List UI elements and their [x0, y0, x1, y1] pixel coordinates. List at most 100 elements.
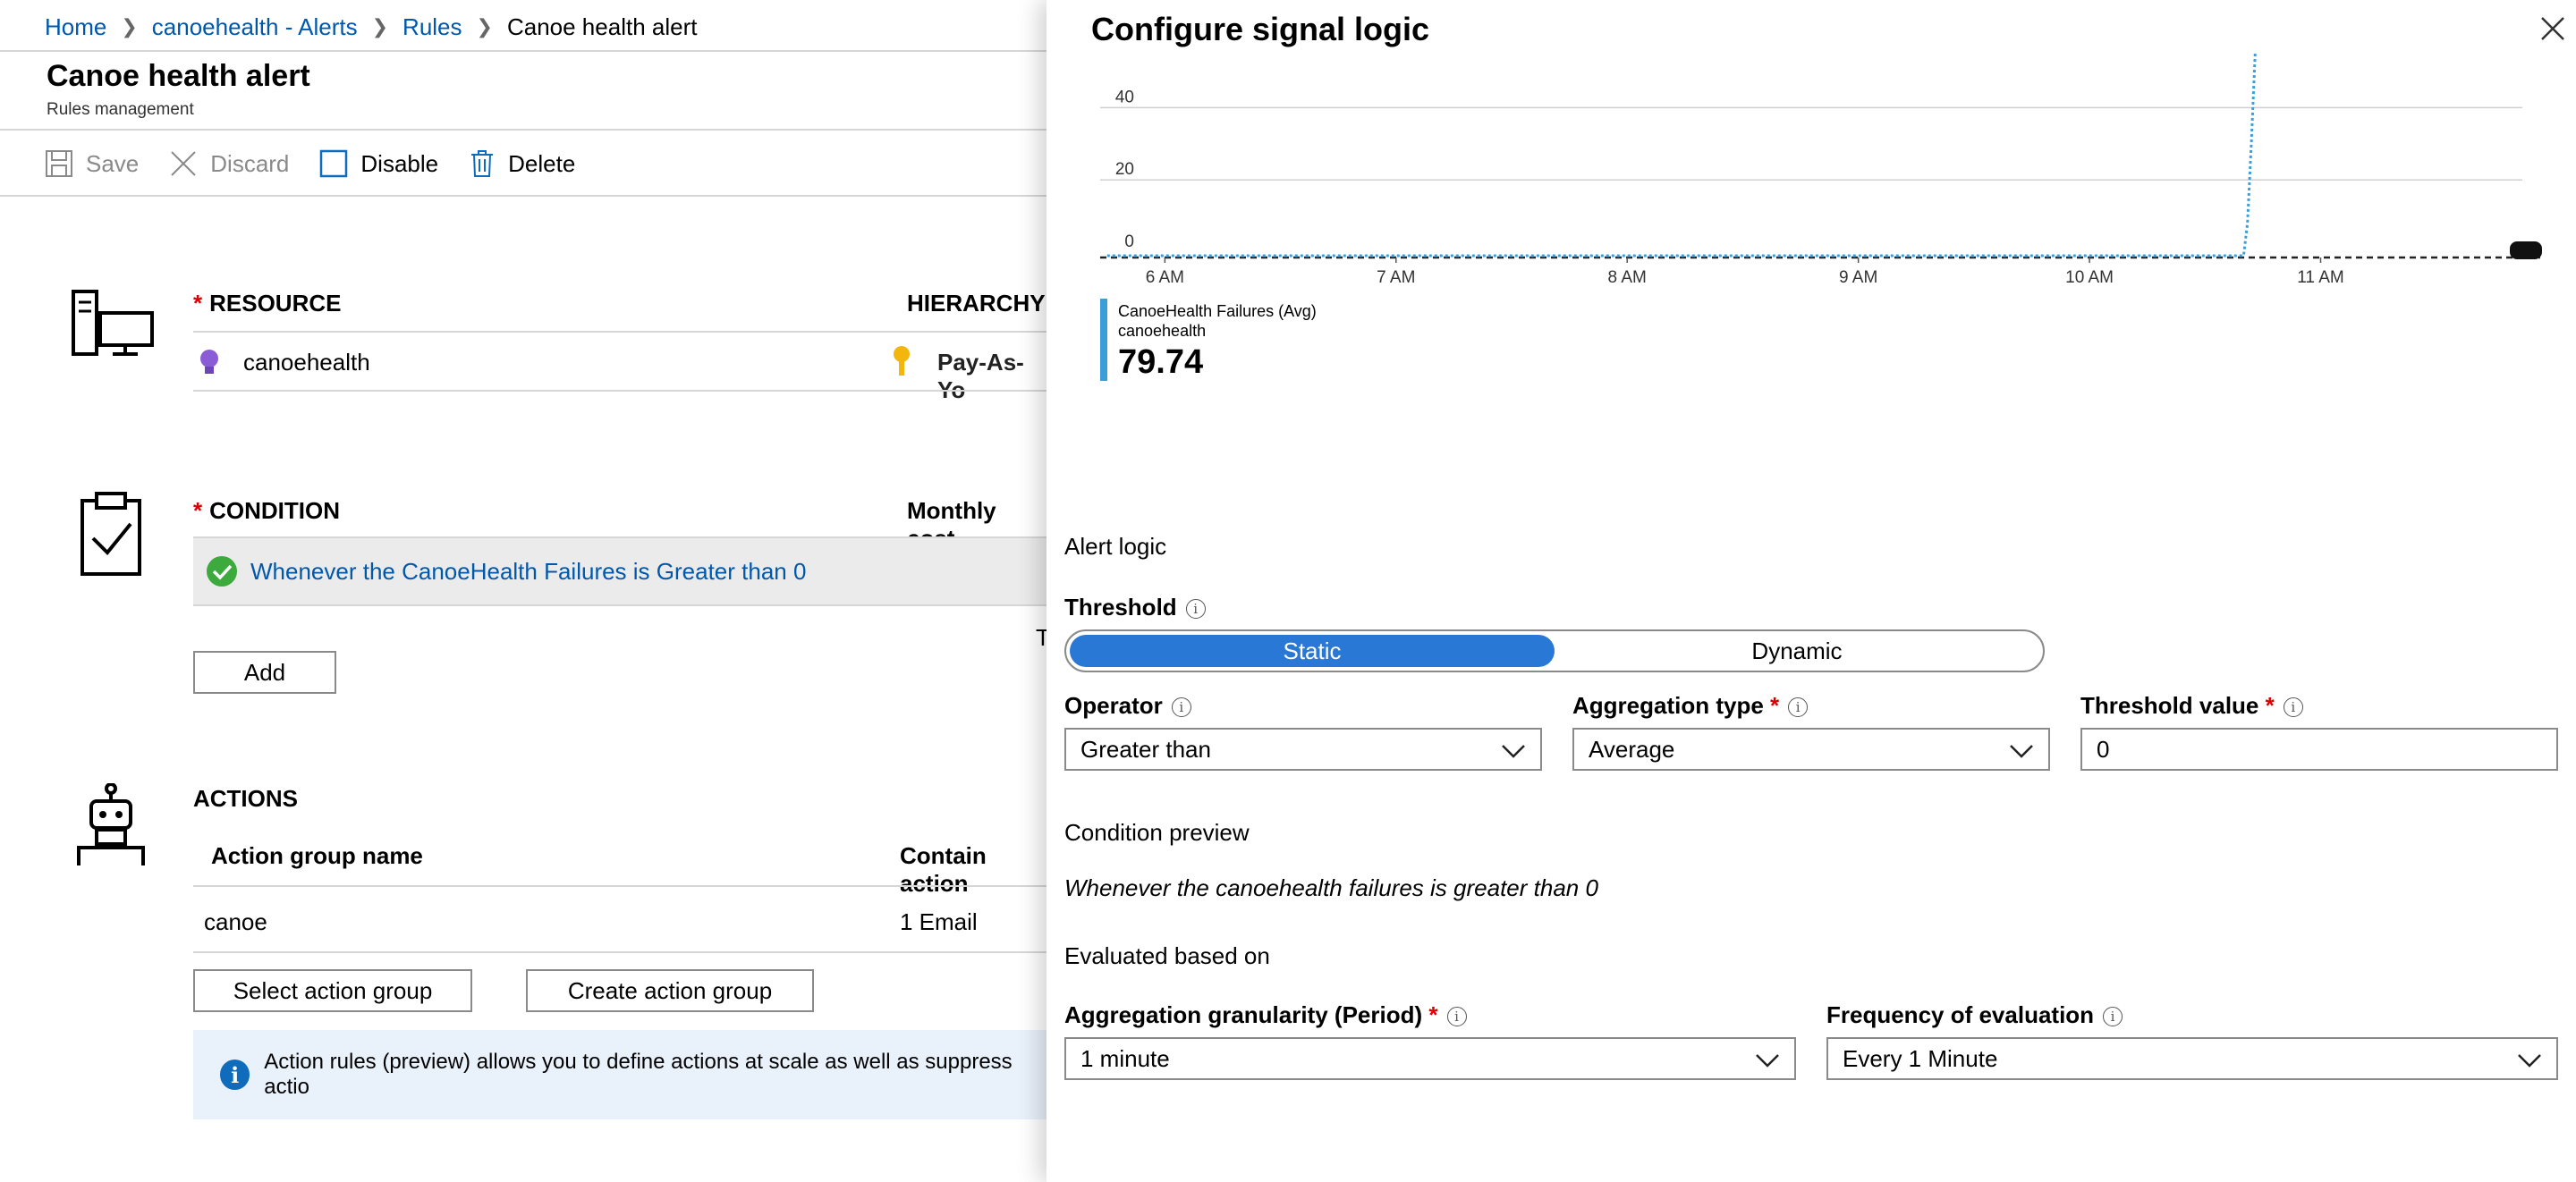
threshold-value-input[interactable]: 0 — [2080, 728, 2558, 771]
chevron-down-icon — [1502, 745, 1525, 758]
threshold-value: 0 — [2097, 735, 2110, 763]
disable-label: Disable — [360, 149, 439, 177]
divider — [0, 195, 1046, 197]
operator-select[interactable]: Greater than — [1064, 728, 1542, 771]
series-line — [1106, 54, 2257, 258]
info-icon[interactable]: i — [1788, 697, 1809, 718]
condition-row[interactable]: Whenever the CanoeHealth Failures is Gre… — [193, 538, 1046, 606]
info-icon[interactable]: i — [1185, 599, 1206, 620]
x-tick-label: 8 AM — [1608, 268, 1647, 286]
chevron-right-icon: ❯ — [371, 15, 389, 38]
hierarchy-value: Pay-As-Yo — [937, 349, 1024, 403]
divider — [0, 50, 1046, 52]
trash-icon — [471, 150, 494, 177]
clipboard-check-icon — [80, 492, 141, 576]
delete-button[interactable]: Delete — [469, 149, 575, 178]
discard-label: Discard — [210, 149, 290, 177]
signal-chart: 0 20 40 6 AM 7 AM 8 AM 9 AM 10 AM 11 AM — [1100, 54, 2542, 286]
time-marker — [2510, 241, 2542, 259]
action-group-contain: 1 Email — [900, 908, 978, 935]
discard-button[interactable]: Discard — [169, 149, 289, 178]
info-icon[interactable]: i — [1446, 1007, 1467, 1027]
action-group-name[interactable]: canoe — [204, 908, 267, 936]
granularity-select[interactable]: 1 minute — [1064, 1037, 1796, 1080]
breadcrumb-alerts[interactable]: canoehealth - Alerts — [152, 13, 358, 41]
breadcrumb-home[interactable]: Home — [45, 13, 106, 41]
condition-preview-heading: Condition preview — [1064, 819, 1250, 846]
x-tick-label: 7 AM — [1377, 268, 1415, 286]
legend-resource: canoehealth — [1118, 322, 1207, 340]
aggregation-type-label: Aggregation type * i — [1572, 692, 1809, 720]
condition-link[interactable]: Whenever the CanoeHealth Failures is Gre… — [250, 558, 806, 586]
breadcrumb-rules[interactable]: Rules — [402, 13, 462, 41]
configure-signal-logic-panel: Configure signal logic 0 20 40 6 AM 7 AM 8 AM… — [1046, 0, 2576, 1182]
frequency-label: Frequency of evaluation i — [1826, 1001, 2123, 1029]
disable-button[interactable]: Disable — [319, 149, 438, 178]
info-icon[interactable]: i — [1171, 697, 1191, 718]
command-bar: Save Discard Disable Delete — [45, 143, 606, 184]
aggregation-type-select[interactable]: Average — [1572, 728, 2050, 771]
breadcrumb: Home ❯ canoehealth - Alerts ❯ Rules ❯ Ca… — [45, 11, 697, 43]
root: Home ❯ canoehealth - Alerts ❯ Rules ❯ Ca… — [0, 0, 2576, 1182]
checkbox-icon — [320, 149, 348, 178]
y-tick-label: 20 — [1115, 160, 1134, 179]
frequency-value: Every 1 Minute — [1843, 1044, 1998, 1072]
operator-label: Operator i — [1064, 692, 1191, 720]
divider — [0, 129, 1046, 131]
chevron-down-icon — [2010, 745, 2033, 758]
resource-heading: * RESOURCE — [193, 290, 342, 317]
divider — [193, 951, 1046, 953]
column-header-contain-action: Contain action — [900, 842, 987, 897]
x-tick-label: 10 AM — [2065, 268, 2114, 286]
x-tick-label: 9 AM — [1839, 268, 1877, 286]
granularity-label: Aggregation granularity (Period) * i — [1064, 1001, 1467, 1029]
x-tick-label: 6 AM — [1146, 268, 1184, 286]
legend-value: 79.74 — [1118, 343, 1204, 381]
save-button[interactable]: Save — [45, 149, 139, 178]
threshold-static-option[interactable]: Static — [1070, 635, 1555, 667]
column-header-action-group: Action group name — [211, 842, 423, 869]
x-tick-label: 11 AM — [2297, 268, 2343, 286]
close-icon — [171, 151, 196, 176]
actions-heading: ACTIONS — [193, 785, 298, 812]
granularity-value: 1 minute — [1080, 1044, 1170, 1072]
operator-value: Greater than — [1080, 735, 1211, 763]
condition-preview-text: Whenever the canoehealth failures is gre… — [1064, 874, 1598, 901]
resource-name[interactable]: canoehealth — [243, 349, 370, 376]
threshold-toggle: Static Dynamic — [1064, 629, 2045, 672]
lightbulb-icon — [200, 350, 218, 374]
alert-logic-heading: Alert logic — [1064, 533, 1167, 560]
save-icon — [46, 150, 72, 177]
chevron-down-icon — [2518, 1054, 2541, 1068]
info-icon[interactable]: i — [2103, 1007, 2123, 1027]
threshold-label: Threshold i — [1064, 594, 1206, 621]
page-subtitle: Rules management — [47, 100, 194, 119]
aggregation-type-value: Average — [1589, 735, 1675, 763]
select-action-group-button[interactable]: Select action group — [193, 969, 472, 1012]
check-circle-icon — [207, 556, 237, 587]
close-icon[interactable] — [2538, 14, 2567, 43]
delete-label: Delete — [508, 149, 576, 177]
create-action-group-button[interactable]: Create action group — [526, 969, 814, 1012]
breadcrumb-current: Canoe health alert — [506, 13, 698, 40]
divider — [193, 885, 1046, 887]
condition-heading: * CONDITION — [193, 497, 341, 524]
computer-icon — [72, 290, 154, 356]
add-condition-button[interactable]: Add — [193, 651, 336, 694]
hierarchy-heading: HIERARCHY — [907, 290, 1046, 317]
divider — [193, 390, 1046, 392]
rule-blade: Home ❯ canoehealth - Alerts ❯ Rules ❯ Ca… — [0, 0, 1050, 1182]
info-icon: i — [220, 1060, 250, 1090]
threshold-value-label: Threshold value * i — [2080, 692, 2303, 720]
chevron-right-icon: ❯ — [476, 15, 493, 38]
info-icon[interactable]: i — [2283, 697, 2303, 718]
key-icon — [894, 346, 910, 376]
chevron-down-icon — [1756, 1054, 1779, 1068]
evaluated-heading: Evaluated based on — [1064, 942, 1270, 969]
action-rules-info-text: Action rules (preview) allows you to def… — [264, 1050, 1013, 1099]
frequency-select[interactable]: Every 1 Minute — [1826, 1037, 2558, 1080]
legend-color-swatch — [1100, 299, 1107, 381]
panel-title: Configure signal logic — [1091, 11, 1430, 47]
threshold-dynamic-option[interactable]: Dynamic — [1555, 635, 2039, 667]
chevron-right-icon: ❯ — [121, 15, 138, 38]
